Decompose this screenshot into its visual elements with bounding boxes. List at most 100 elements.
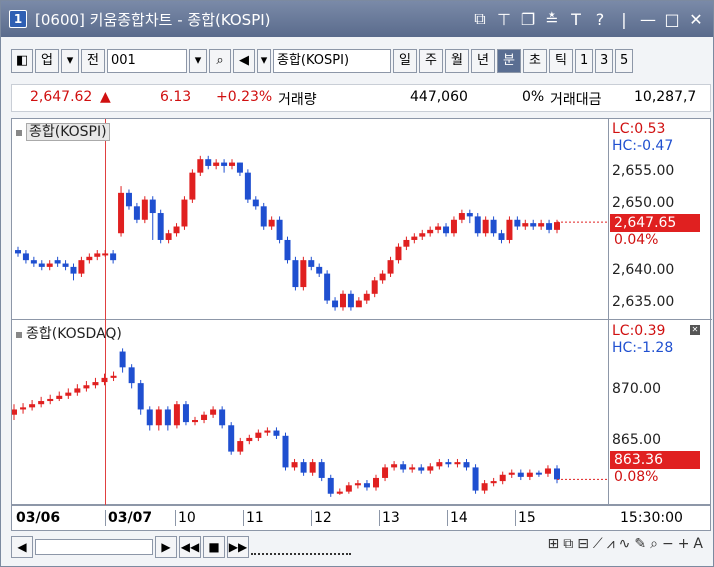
volume-label: 거래량 — [278, 92, 317, 108]
grid-icon[interactable]: ⊟ — [577, 536, 589, 552]
market-button[interactable]: 전 — [81, 49, 105, 73]
period-button[interactable]: 틱 — [549, 49, 573, 73]
kospi-candle — [78, 260, 85, 274]
kospi-candle — [260, 206, 267, 227]
kospi-candle — [554, 222, 560, 230]
kospi-candle — [70, 266, 77, 274]
kospi-candle — [229, 162, 236, 166]
kosdaq-candle — [318, 462, 325, 478]
period-button[interactable]: 년 — [471, 49, 495, 73]
kosdaq-candle — [201, 414, 208, 420]
maximize-icon[interactable]: □ — [663, 10, 681, 29]
kosdaq-candle — [354, 483, 361, 486]
kospi-candle — [197, 159, 204, 173]
kospi-candle — [466, 213, 473, 217]
kospi-hc: HC:-0.47 — [612, 138, 674, 154]
font-icon[interactable]: T — [567, 10, 585, 29]
kospi-candle — [490, 219, 497, 234]
period-button[interactable]: 5 — [615, 49, 633, 73]
fast-forward-icon[interactable]: ▶▶ — [227, 536, 249, 558]
amount-label: 거래대금 — [550, 92, 602, 108]
kosdaq-candle — [155, 409, 162, 426]
candlestick-charts[interactable] — [12, 119, 608, 506]
period-button[interactable]: 주 — [419, 49, 443, 73]
kosdaq-candle — [65, 392, 72, 396]
kosdaq-pct: 0.08% — [614, 469, 659, 485]
search-icon[interactable]: ⌕ — [209, 49, 231, 73]
text-tool-icon[interactable]: A — [693, 536, 703, 552]
period-button[interactable]: 분 — [497, 49, 521, 73]
kospi-candle — [339, 293, 346, 308]
kosdaq-candle — [128, 367, 135, 384]
split-icon[interactable]: ⧉ — [563, 536, 573, 552]
kospi-candle — [102, 253, 109, 256]
kospi-candle — [450, 219, 457, 234]
up-arrow-icon: ▲ — [100, 89, 111, 105]
period-button[interactable]: 월 — [445, 49, 469, 73]
bottom-bar: ◀ ▶ ◀◀ ■ ▶▶ ⊞ ⧉ ⊟ ⟋ ⩘ ∿ ✎ ⌕ − + A — [11, 534, 711, 560]
kosdaq-candle — [74, 388, 81, 393]
title-bar[interactable]: 1 [0600] 키움종합차트 - 종합(KOSPI) ⧉ ⊤ ❐ ≛ T ? … — [1, 1, 713, 37]
window-layout-icon[interactable]: ⊞ — [547, 536, 559, 552]
kosdaq-candle — [490, 481, 497, 484]
scrollbar-track[interactable] — [35, 539, 153, 555]
date-label: 14 — [447, 510, 468, 526]
kosdaq-candle — [228, 425, 235, 452]
pin-icon[interactable]: ⊤ — [495, 10, 513, 29]
scroll-left-icon[interactable]: ◀ — [11, 536, 33, 558]
kospi-candle — [125, 192, 132, 207]
zoom-icon[interactable]: ⌕ — [650, 536, 658, 552]
chart-area[interactable]: 종합(KOSPI) LC:0.53 HC:-0.47 2,655.00 2,65… — [11, 118, 712, 506]
zoom-out-icon[interactable]: − — [662, 536, 674, 552]
pencil-icon[interactable]: ✎ — [634, 536, 646, 552]
kospi-y-tick: 2,655.00 — [612, 163, 675, 179]
close-icon[interactable]: ✕ — [687, 10, 705, 29]
fib-icon[interactable]: ⩘ — [607, 536, 615, 552]
kosdaq-candle — [38, 401, 45, 405]
period-button[interactable]: 3 — [595, 49, 613, 73]
rewind-icon[interactable]: ◀◀ — [179, 536, 201, 558]
trendline-icon[interactable]: ⟋ — [593, 536, 603, 552]
kosdaq-candle — [56, 395, 63, 399]
type-dropdown-icon[interactable]: ▾ — [61, 49, 79, 73]
kospi-y-tick: 2,640.00 — [612, 262, 675, 278]
kosdaq-candle — [508, 472, 515, 475]
play-icon[interactable]: ▶ — [155, 536, 177, 558]
kosdaq-candle — [382, 467, 389, 478]
tile-icon[interactable]: ❐ — [519, 10, 537, 29]
code-dropdown-icon[interactable]: ▾ — [189, 49, 207, 73]
speaker-icon[interactable]: ◀ — [233, 49, 255, 73]
code-input[interactable]: 001 — [107, 49, 187, 73]
window-number-badge[interactable]: 1 — [9, 10, 27, 28]
layout-icon[interactable]: ◧ — [11, 49, 33, 73]
close-panel-icon[interactable]: ✕ — [690, 325, 700, 335]
chart-window: 1 [0600] 키움종합차트 - 종합(KOSPI) ⧉ ⊤ ❐ ≛ T ? … — [0, 0, 714, 567]
window-title: [0600] 키움종합차트 - 종합(KOSPI) — [35, 11, 271, 29]
kospi-candle — [300, 260, 307, 288]
kospi-candle — [30, 260, 37, 264]
kospi-candle — [46, 263, 53, 267]
minimize-icon[interactable]: — — [639, 10, 657, 29]
marker-icon[interactable]: ≛ — [543, 10, 561, 29]
kospi-candle — [38, 263, 45, 267]
restore-icon[interactable]: ⧉ — [471, 9, 489, 29]
kospi-candle — [284, 239, 291, 261]
help-icon[interactable]: ? — [591, 10, 609, 29]
quote-bar: 2,647.62 ▲ 6.13 +0.23% 거래량 447,060 0% 거래… — [11, 84, 711, 112]
speaker-dropdown-icon[interactable]: ▾ — [257, 49, 271, 73]
kosdaq-candle — [264, 430, 271, 433]
wave-icon[interactable]: ∿ — [619, 536, 631, 552]
zoom-in-icon[interactable]: + — [678, 536, 690, 552]
kospi-candle — [22, 253, 29, 261]
kosdaq-candle — [400, 464, 407, 470]
kospi-candle — [387, 260, 394, 274]
zoom-slider[interactable] — [251, 539, 351, 555]
period-button[interactable]: 일 — [393, 49, 417, 73]
type-button[interactable]: 업 — [35, 49, 59, 73]
kosdaq-candle — [554, 468, 560, 480]
period-button[interactable]: 초 — [523, 49, 547, 73]
stop-icon[interactable]: ■ — [203, 536, 225, 558]
kospi-candle — [546, 223, 553, 230]
period-button[interactable]: 1 — [575, 49, 593, 73]
kosdaq-candle — [237, 441, 244, 452]
